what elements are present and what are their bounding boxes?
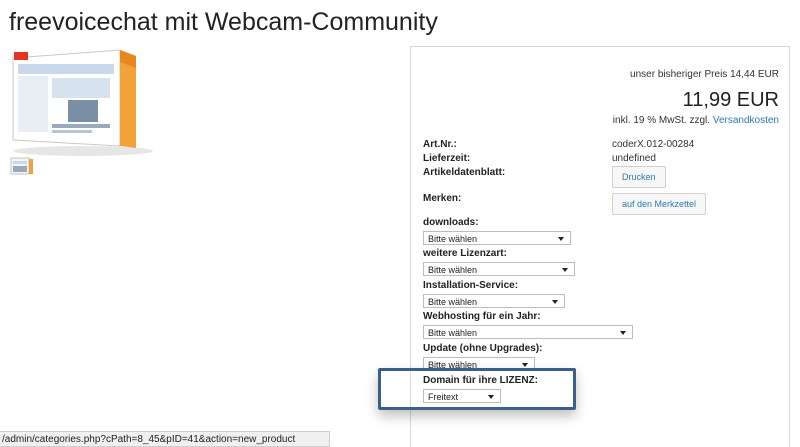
current-price: 11,99 EUR <box>682 89 779 111</box>
tax-text: inkl. 19 % MwSt. zzgl. <box>612 115 711 126</box>
browser-status-bar: /admin/categories.php?cPath=8_45&pID=41&… <box>0 431 330 447</box>
license-type-select-value: Bitte wählen <box>428 265 478 275</box>
chevron-down-icon <box>522 363 528 367</box>
chevron-down-icon <box>552 300 558 304</box>
installation-service-select-value: Bitte wählen <box>428 297 478 307</box>
installation-service-label: Installation-Service: <box>423 280 519 291</box>
domain-highlight-box <box>378 368 576 410</box>
update-label: Update (ohne Upgrades): <box>423 343 543 354</box>
chevron-down-icon <box>558 237 564 241</box>
webhosting-select[interactable]: Bitte wählen <box>423 325 633 339</box>
downloads-select-value: Bitte wählen <box>428 234 478 244</box>
product-box-image[interactable] <box>8 48 158 158</box>
wishlist-label: Merken: <box>423 193 462 204</box>
art-nr-label: Art.Nr.: <box>423 139 457 150</box>
old-price: unser bisheriger Preis 14,44 EUR <box>630 69 779 80</box>
delivery-time-label: Lieferzeit: <box>423 153 471 164</box>
chevron-down-icon <box>562 268 568 272</box>
shipping-costs-link[interactable]: Versandkosten <box>713 115 779 126</box>
datasheet-label: Artikeldatenblatt: <box>423 167 506 178</box>
page-title: freevoicechat mit Webcam-Community <box>9 8 438 36</box>
license-type-label: weitere Lizenzart: <box>423 248 507 259</box>
license-type-select[interactable]: Bitte wählen <box>423 262 575 276</box>
chevron-down-icon <box>620 331 626 335</box>
downloads-label: downloads: <box>423 217 479 228</box>
add-to-wishlist-button[interactable]: auf den Merkzettel <box>612 193 707 215</box>
tax-info: inkl. 19 % MwSt. zzgl. Versandkosten <box>613 115 779 126</box>
print-button[interactable]: Drucken <box>612 166 666 188</box>
delivery-time-value: undefined <box>612 153 656 164</box>
product-thumbnail[interactable] <box>10 155 36 179</box>
installation-service-select[interactable]: Bitte wählen <box>423 294 565 308</box>
webhosting-label: Webhosting für ein Jahr: <box>423 311 541 322</box>
art-nr-value: coderX.012-00284 <box>612 139 695 150</box>
downloads-select[interactable]: Bitte wählen <box>423 231 571 245</box>
webhosting-select-value: Bitte wählen <box>428 328 478 338</box>
